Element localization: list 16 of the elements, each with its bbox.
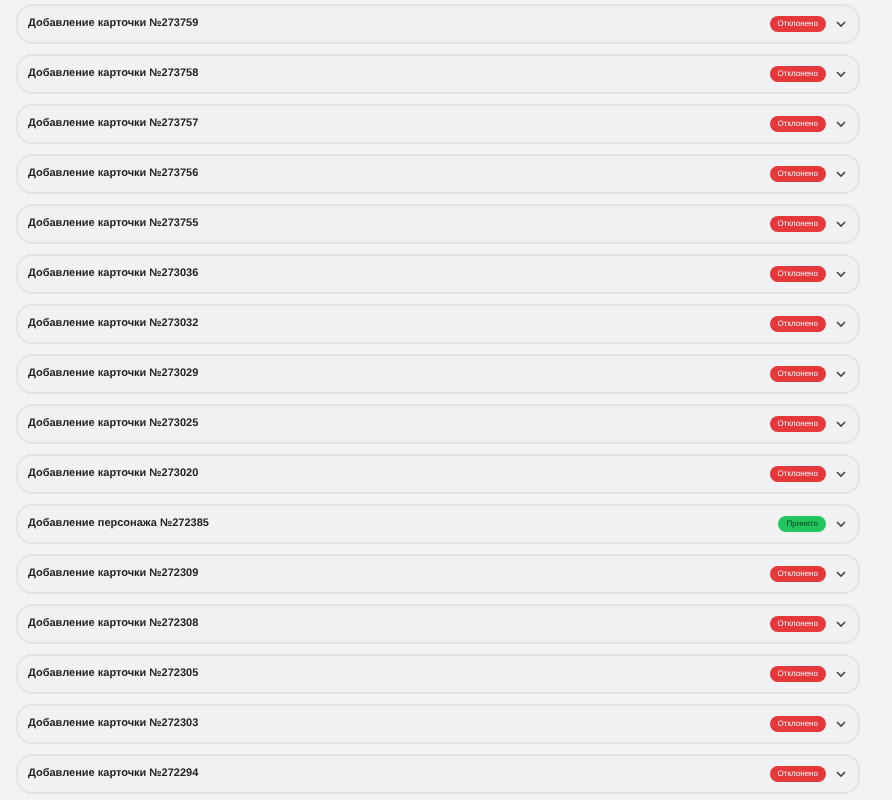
chevron-icon[interactable] [836,220,846,228]
chevron-icon[interactable] [836,720,846,728]
chevron-icon[interactable] [836,70,846,78]
chevron-icon[interactable] [836,670,846,678]
chevron-icon[interactable] [836,120,846,128]
chevron-icon[interactable] [836,20,846,28]
chevron-icon[interactable] [836,320,846,328]
chevron-icon[interactable] [836,170,846,178]
chevron-icon[interactable] [836,270,846,278]
chevron-icon[interactable] [836,470,846,478]
chevron-icon[interactable] [836,770,846,778]
chevron-icon[interactable] [836,420,846,428]
chevron-icon[interactable] [836,520,846,528]
chevron-icon[interactable] [836,620,846,628]
chevron-icon[interactable] [836,370,846,378]
chevron-icon[interactable] [836,570,846,578]
